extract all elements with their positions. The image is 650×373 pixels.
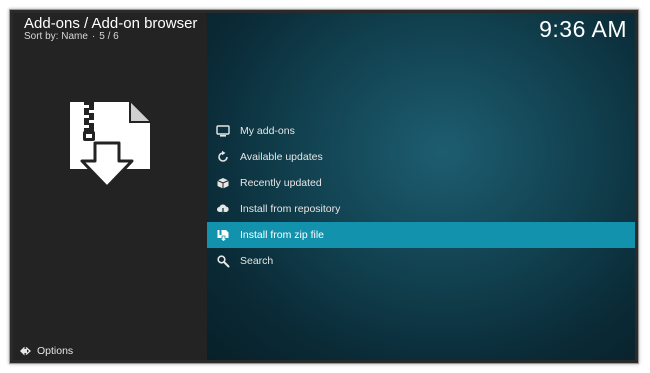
menu-item-label: Search — [240, 255, 274, 267]
item-position: 5 / 6 — [99, 31, 119, 42]
kodi-window: Add-ons / Add-on browser Sort by: Name · 5… — [9, 9, 639, 364]
options-arrow-icon — [20, 346, 31, 356]
menu-item-label: Install from repository — [240, 203, 341, 215]
left-panel — [13, 13, 207, 360]
options-button[interactable]: Options — [19, 344, 73, 358]
menu-item-label: Available updates — [240, 151, 323, 163]
zip-install-icon — [217, 230, 229, 242]
menu-item-my-addons[interactable]: My add-ons — [207, 118, 635, 144]
refresh-icon — [218, 150, 228, 162]
separator-dot: · — [91, 31, 96, 42]
box-icon — [217, 178, 229, 189]
search-icon — [217, 255, 230, 268]
addon-browser-menu: My add-ons Available updates Recently up… — [207, 118, 635, 274]
menu-item-search[interactable]: Search — [207, 248, 635, 274]
menu-item-label: My add-ons — [240, 125, 295, 137]
options-label: Options — [37, 345, 74, 357]
menu-item-label: Install from zip file — [240, 229, 325, 241]
monitor-icon — [216, 125, 230, 137]
menu-item-label: Recently updated — [240, 177, 322, 189]
sort-info: Sort by: Name · 5 / 6 — [24, 31, 119, 43]
menu-item-available-updates[interactable]: Available updates — [207, 144, 635, 170]
sort-label[interactable]: Sort by: Name — [24, 31, 88, 42]
page-title: Add-ons / Add-on browser — [24, 15, 198, 32]
menu-item-install-from-repository[interactable]: Install from repository — [207, 196, 635, 222]
cloud-download-icon — [217, 204, 229, 216]
zip-file-download-icon — [70, 102, 150, 189]
menu-item-install-from-zip[interactable]: Install from zip file — [207, 222, 635, 248]
screen: Add-ons / Add-on browser Sort by: Name · 5… — [13, 13, 635, 360]
clock: 9:36 AM — [539, 16, 627, 42]
menu-item-recently-updated[interactable]: Recently updated — [207, 170, 635, 196]
